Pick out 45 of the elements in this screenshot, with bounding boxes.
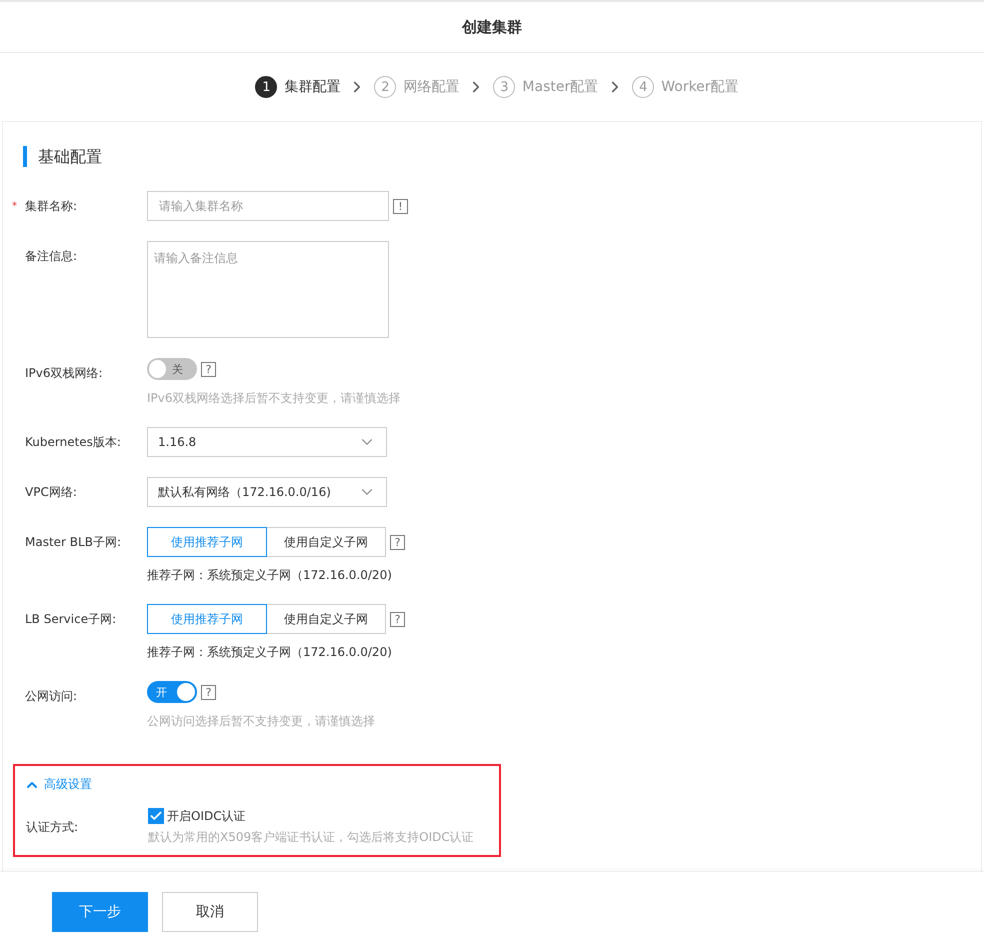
step-number: 3 <box>493 76 516 98</box>
section-title: 基础配置 <box>23 146 102 167</box>
cluster-name-input[interactable]: 请输入集群名称 <box>147 191 389 221</box>
select-dropdown[interactable]: 1.16.8 <box>147 427 387 457</box>
field-label: 公网访问: <box>24 688 78 704</box>
help-icon[interactable]: ? <box>201 362 216 376</box>
subnet-option[interactable]: 使用推荐子网 <box>147 604 267 634</box>
step-label: 集群配置 <box>284 78 340 96</box>
toggle-switch[interactable]: 关 <box>147 358 197 380</box>
subnet-option[interactable]: 使用推荐子网 <box>147 527 267 557</box>
hint-text: 默认为常用的X509客户端证书认证，勾选后将支持OIDC认证 <box>148 829 474 846</box>
help-icon[interactable]: ? <box>201 684 216 700</box>
subnet-note: 推荐子网：系统预定义子网（172.16.0.0/20) <box>147 644 392 661</box>
help-icon[interactable]: ? <box>390 612 405 626</box>
checkbox[interactable] <box>148 808 164 824</box>
page-title: 创建集群 <box>462 18 522 36</box>
step-number: 4 <box>632 76 654 98</box>
help-icon[interactable]: ! <box>393 198 408 214</box>
step-label: Worker配置 <box>661 78 739 96</box>
subnet-option[interactable]: 使用自定义子网 <box>266 527 386 557</box>
step-label: Master配置 <box>522 78 598 96</box>
subnet-note: 推荐子网：系统预定义子网（172.16.0.0/20) <box>147 567 392 584</box>
remark-textarea[interactable]: 请输入备注信息 <box>147 241 389 338</box>
field-label: LB Service子网: <box>24 610 116 628</box>
step-number: 2 <box>374 76 396 98</box>
help-icon[interactable]: ? <box>390 534 405 550</box>
required-mark: * <box>12 200 17 212</box>
field-label: IPv6双栈网络: <box>24 364 103 382</box>
hint-text: 公网访问选择后暂不支持变更，请谨慎选择 <box>147 713 375 730</box>
field-label: Kubernetes版本: <box>24 434 121 450</box>
field-label: 备注信息: <box>24 248 78 264</box>
cancel-button[interactable]: 取消 <box>162 892 258 932</box>
toggle-switch[interactable]: 开 <box>147 681 197 703</box>
step-label: 网络配置 <box>403 78 460 96</box>
field-label: 认证方式: <box>25 818 78 836</box>
hint-text: IPv6双栈网络选择后暂不支持变更，请谨慎选择 <box>147 390 401 407</box>
subnet-option[interactable]: 使用自定义子网 <box>266 604 386 634</box>
select-dropdown[interactable]: 默认私有网络（172.16.0.0/16) <box>147 477 387 507</box>
step-number: 1 <box>255 76 278 98</box>
next-button[interactable]: 下一步 <box>52 892 148 932</box>
field-label: 集群名称: <box>24 198 78 214</box>
advanced-settings-toggle[interactable]: 高级设置 <box>24 776 92 793</box>
oidc-checkbox[interactable]: 开启OIDC认证 <box>148 807 246 825</box>
field-label: VPC网络: <box>24 484 77 500</box>
field-label: Master BLB子网: <box>24 534 121 550</box>
